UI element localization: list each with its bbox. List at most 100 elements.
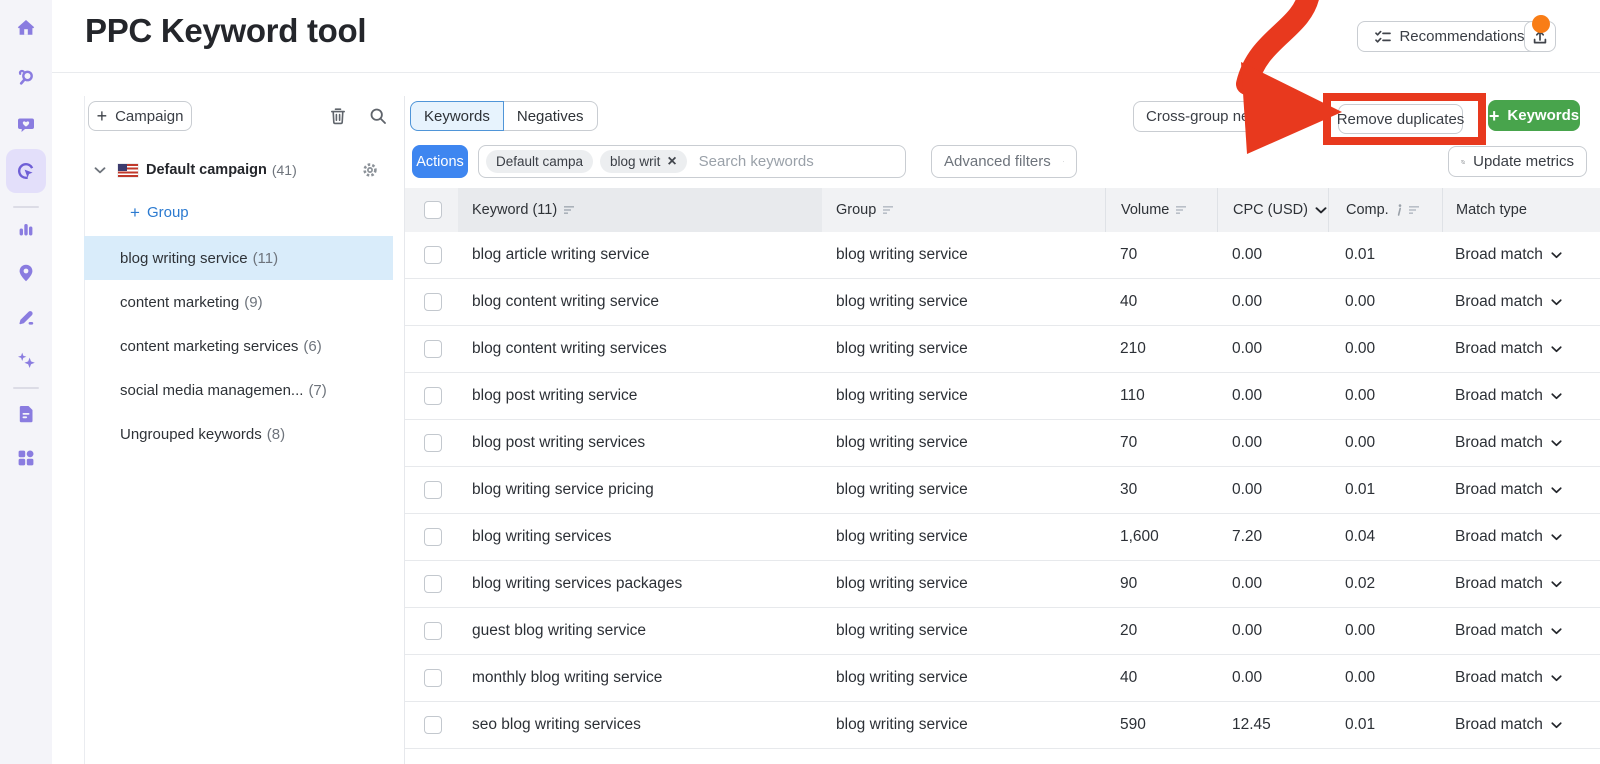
chevron-down-icon (1551, 627, 1562, 634)
keyword-cell: blog article writing service (472, 246, 650, 263)
chevron-down-icon (1551, 486, 1562, 493)
gear-icon[interactable] (362, 162, 378, 178)
home-icon[interactable] (16, 18, 36, 38)
volume-cell: 110 (1120, 387, 1145, 404)
column-header-keyword[interactable]: Keyword (11) (458, 188, 822, 232)
filter-chip-campaign[interactable]: Default campa (486, 150, 594, 173)
actions-button[interactable]: Actions (412, 145, 468, 178)
advanced-filters-button[interactable]: Advanced filters (931, 145, 1077, 178)
match-type-value: Broad match (1455, 669, 1543, 686)
add-campaign-button[interactable]: + Campaign (88, 101, 192, 131)
group-item[interactable]: social media managemen... (7) (84, 368, 393, 412)
add-keywords-button[interactable]: + Keywords (1488, 100, 1580, 131)
local-icon[interactable] (16, 263, 36, 283)
match-type-dropdown[interactable]: Broad match (1442, 340, 1600, 358)
ppc-keyword-tool-screen: PPC Keyword tool Recommendations + Campa… (0, 0, 1600, 764)
filter-chip-search-term[interactable]: blog writ × (600, 150, 687, 173)
column-header-volume[interactable]: Volume (1105, 188, 1217, 232)
row-checkbox[interactable] (424, 528, 442, 546)
keyword-cell: blog content writing services (472, 340, 667, 357)
column-label: Keyword (11) (472, 202, 558, 218)
select-all-checkbox[interactable] (424, 201, 442, 219)
ai-icon[interactable] (16, 350, 36, 370)
row-checkbox[interactable] (424, 716, 442, 734)
keyword-table-body: blog article writing service blog writing… (405, 232, 1600, 749)
group-item[interactable]: content marketing (9) (84, 280, 393, 324)
search-icon[interactable] (368, 106, 388, 126)
cross-group-negatives-label: Cross-group negativ (1146, 108, 1282, 125)
group-label: content marketing services (120, 337, 299, 355)
trash-icon[interactable] (328, 106, 348, 126)
add-group-label: Group (146, 204, 189, 221)
add-group-button[interactable]: + Group (130, 204, 189, 221)
apps-icon[interactable] (16, 448, 36, 468)
match-type-dropdown[interactable]: Broad match (1442, 716, 1600, 734)
row-checkbox[interactable] (424, 669, 442, 687)
match-type-value: Broad match (1455, 246, 1543, 263)
match-type-dropdown[interactable]: Broad match (1442, 434, 1600, 452)
row-checkbox[interactable] (424, 340, 442, 358)
search-keywords-input[interactable]: Default campa blog writ × Search keyword… (478, 145, 906, 178)
remove-chip-icon[interactable]: × (667, 153, 676, 170)
row-checkbox[interactable] (424, 246, 442, 264)
row-checkbox[interactable] (424, 293, 442, 311)
group-item[interactable]: blog writing service (11) (84, 236, 393, 280)
notification-dot (1532, 15, 1550, 33)
group-item[interactable]: content marketing services (6) (84, 324, 393, 368)
sort-icon (1408, 206, 1419, 214)
row-checkbox[interactable] (424, 387, 442, 405)
update-metrics-button[interactable]: Update metrics (1448, 146, 1587, 177)
tab-negatives[interactable]: Negatives (503, 101, 598, 131)
table-row: blog content writing services blog writin… (405, 326, 1600, 373)
social-media-icon[interactable] (16, 115, 36, 135)
filter-chip-label: Default campa (496, 154, 584, 169)
us-flag-icon (118, 163, 138, 177)
column-header-group[interactable]: Group (822, 188, 1105, 232)
reports-icon[interactable] (16, 404, 36, 424)
match-type-dropdown[interactable]: Broad match (1442, 246, 1600, 264)
match-type-dropdown[interactable]: Broad match (1442, 528, 1600, 546)
analytics-icon[interactable] (16, 219, 36, 239)
group-item[interactable]: Ungrouped keywords (8) (84, 412, 393, 456)
match-type-dropdown[interactable]: Broad match (1442, 622, 1600, 640)
match-type-value: Broad match (1455, 481, 1543, 498)
row-checkbox[interactable] (424, 575, 442, 593)
match-type-value: Broad match (1455, 340, 1543, 357)
volume-cell: 90 (1120, 575, 1138, 592)
column-header-comp[interactable]: Comp. (1328, 188, 1442, 232)
recommendations-button[interactable]: Recommendations (1357, 21, 1543, 52)
keyword-cell: blog post writing service (472, 387, 638, 404)
group-count: (11) (252, 249, 279, 267)
campaign-count: (41) (271, 162, 297, 178)
table-row: blog writing service pricing blog writing… (405, 467, 1600, 514)
match-type-dropdown[interactable]: Broad match (1442, 669, 1600, 687)
match-type-dropdown[interactable]: Broad match (1442, 575, 1600, 593)
group-label: Ungrouped keywords (120, 425, 262, 443)
remove-duplicates-button[interactable]: Remove duplicates (1336, 104, 1465, 134)
column-label: Volume (1121, 202, 1170, 218)
tab-keywords[interactable]: Keywords (410, 101, 504, 131)
comp-cell: 0.04 (1345, 528, 1376, 545)
collapse-chevron-icon[interactable] (94, 166, 106, 174)
column-header-cpc[interactable]: CPC (USD) (1217, 188, 1328, 232)
row-checkbox[interactable] (424, 622, 442, 640)
remove-duplicates-label: Remove duplicates (1336, 110, 1465, 128)
competitive-research-icon[interactable] (16, 67, 36, 87)
advertising-icon[interactable] (16, 161, 36, 181)
filter-chip-label: blog writ (610, 154, 661, 169)
column-label: CPC (USD) (1233, 202, 1308, 218)
row-checkbox[interactable] (424, 434, 442, 452)
keyword-cell: blog writing services (472, 528, 612, 545)
row-checkbox[interactable] (424, 481, 442, 499)
match-type-dropdown[interactable]: Broad match (1442, 293, 1600, 311)
chevron-down-icon (1551, 392, 1562, 399)
match-type-dropdown[interactable]: Broad match (1442, 481, 1600, 499)
cross-group-negatives-button[interactable]: Cross-group negativ (1133, 101, 1300, 132)
group-tree: blog writing service (11) content marketin… (84, 236, 404, 456)
table-row: guest blog writing service blog writing s… (405, 608, 1600, 655)
actions-label: Actions (416, 153, 464, 170)
content-icon[interactable] (16, 307, 36, 327)
group-cell: blog writing service (836, 293, 968, 310)
match-type-dropdown[interactable]: Broad match (1442, 387, 1600, 405)
volume-cell: 210 (1120, 340, 1146, 357)
